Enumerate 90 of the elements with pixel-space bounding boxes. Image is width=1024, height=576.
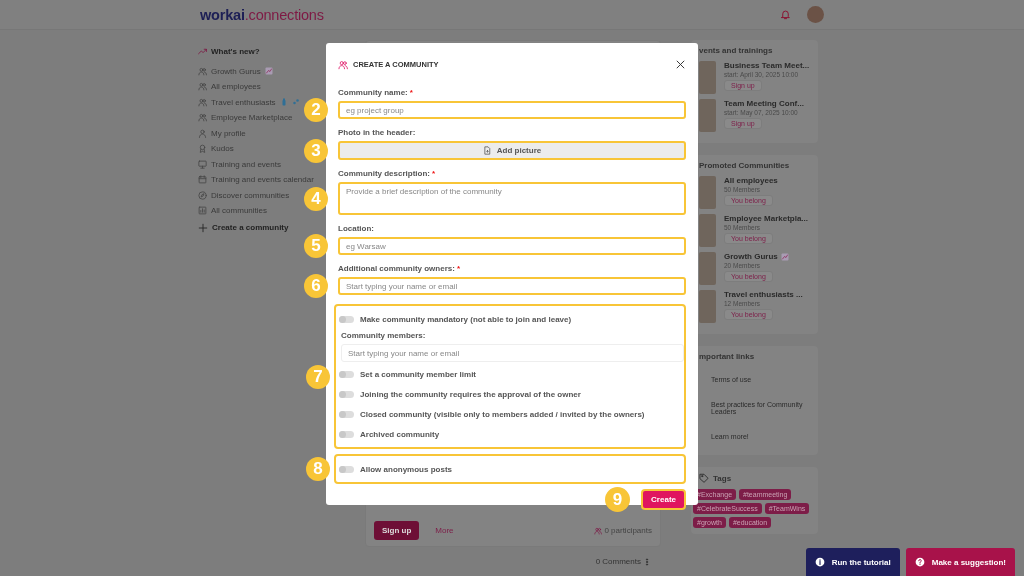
step-marker: 9 <box>605 487 631 512</box>
toggle-switch[interactable] <box>339 465 354 473</box>
step-marker: 2 <box>304 98 328 122</box>
sidebar-item[interactable]: Employee Marketplace <box>198 110 293 126</box>
chart-emoji-icon <box>780 252 789 261</box>
people-icon <box>338 59 348 70</box>
field-label: Photo in the header: <box>338 128 416 137</box>
step-marker: 4 <box>304 186 328 211</box>
file-icon <box>482 146 492 155</box>
sidebar-item[interactable]: What's new? <box>198 44 260 60</box>
logo-text: workai <box>200 6 245 23</box>
description-field[interactable]: Provide a brief description of the community <box>338 182 686 215</box>
required-mark: * <box>456 264 461 273</box>
suggestion-button[interactable]: Make a suggestion! <box>905 548 1015 576</box>
photo-placeholder <box>699 61 716 94</box>
toggle-switch[interactable] <box>339 370 354 378</box>
event-title[interactable]: Business Team Meet... <box>724 61 810 70</box>
tutorial-button[interactable]: Run the tutorial <box>805 548 900 576</box>
close-icon <box>675 59 686 70</box>
drops-icon <box>291 98 300 107</box>
bar-chart-icon <box>198 206 207 216</box>
text-field[interactable]: Start typing your name or email <box>338 277 686 295</box>
people-icon <box>198 97 207 107</box>
toggle-switch[interactable] <box>339 315 354 323</box>
toggle-switch[interactable] <box>339 390 354 398</box>
community-name[interactable]: All employees <box>724 176 778 185</box>
step-marker: 6 <box>304 274 328 298</box>
community-name[interactable]: Growth Gurus <box>724 252 778 261</box>
field-label: Location: <box>338 224 374 233</box>
text-field[interactable]: eg project group <box>338 101 686 119</box>
close-button[interactable] <box>675 59 686 70</box>
photo-placeholder <box>699 252 716 285</box>
people-icon <box>198 82 207 92</box>
toggle-label: Make community mandatory (not able to join and leave) <box>360 314 572 324</box>
more-link[interactable]: More <box>435 526 454 535</box>
person-icon <box>198 128 207 138</box>
monitor-icon <box>198 159 207 169</box>
field-label: Community description: <box>338 169 430 178</box>
info-icon <box>814 557 825 567</box>
tag-icon <box>699 473 709 483</box>
award-icon <box>198 144 207 154</box>
sidebar-item[interactable]: Travel enthusiasts <box>198 94 300 110</box>
sidebar-item[interactable]: All communities <box>198 203 267 219</box>
toggle-label: Archived community <box>360 429 440 439</box>
bell-icon[interactable] <box>780 9 791 20</box>
section-title: mportant links <box>699 352 756 361</box>
plus-icon <box>198 222 208 233</box>
photo-placeholder <box>699 214 716 247</box>
people-icon <box>594 526 603 535</box>
logo-text: .connections <box>244 6 324 23</box>
text-field[interactable]: eg Warsaw <box>338 237 686 255</box>
section-title: Tags <box>713 473 732 483</box>
community-name[interactable]: Travel enthusiasts ... <box>724 290 803 299</box>
photo-placeholder <box>699 290 716 323</box>
toggle-label: Allow anonymous posts <box>360 464 452 474</box>
create-community-link[interactable]: Create a community <box>198 222 289 233</box>
step-marker: 5 <box>304 234 328 258</box>
help-icon <box>914 557 925 567</box>
toggle-label: Set a community member limit <box>360 369 477 379</box>
chart-emoji-icon <box>264 67 273 76</box>
create-button[interactable]: Create <box>641 489 686 510</box>
toggle-label: Joining the community requires the approval of the owner <box>360 389 581 399</box>
field-label: Additional community owners: <box>338 264 455 273</box>
people-icon <box>198 66 207 76</box>
trend-arrow-icon <box>198 47 207 57</box>
field-label: Community name: <box>338 88 408 97</box>
field-label: Community members: <box>341 331 426 340</box>
section-title: vents and trainings <box>699 46 774 55</box>
toggle-switch[interactable] <box>339 410 354 418</box>
compass-icon <box>198 190 207 200</box>
photo-placeholder <box>699 176 716 209</box>
avatar[interactable] <box>807 6 824 23</box>
more-icon <box>643 557 651 566</box>
event-title[interactable]: Team Meeting Conf... <box>724 99 804 108</box>
sign-up-button[interactable]: Sign up <box>374 521 420 540</box>
sidebar-item[interactable]: My profile <box>198 125 246 141</box>
required-mark: * <box>432 169 436 178</box>
community-name[interactable]: Employee Marketpla... <box>724 214 809 223</box>
required-mark: * <box>409 88 413 97</box>
members-field[interactable]: Start typing your name or email <box>341 344 684 362</box>
people-icon <box>198 113 207 123</box>
calendar-icon <box>198 175 207 185</box>
step-marker: 7 <box>306 364 330 389</box>
add-picture-button[interactable]: Add picture <box>338 141 686 160</box>
toggle-switch[interactable] <box>339 430 354 438</box>
photo-placeholder <box>699 99 716 132</box>
toggle-label: Closed community (visible only to members added / invited by the owners) <box>360 409 645 419</box>
section-title: Promoted Communities <box>699 161 791 170</box>
step-marker: 8 <box>306 457 330 481</box>
step-marker: 3 <box>304 138 328 163</box>
